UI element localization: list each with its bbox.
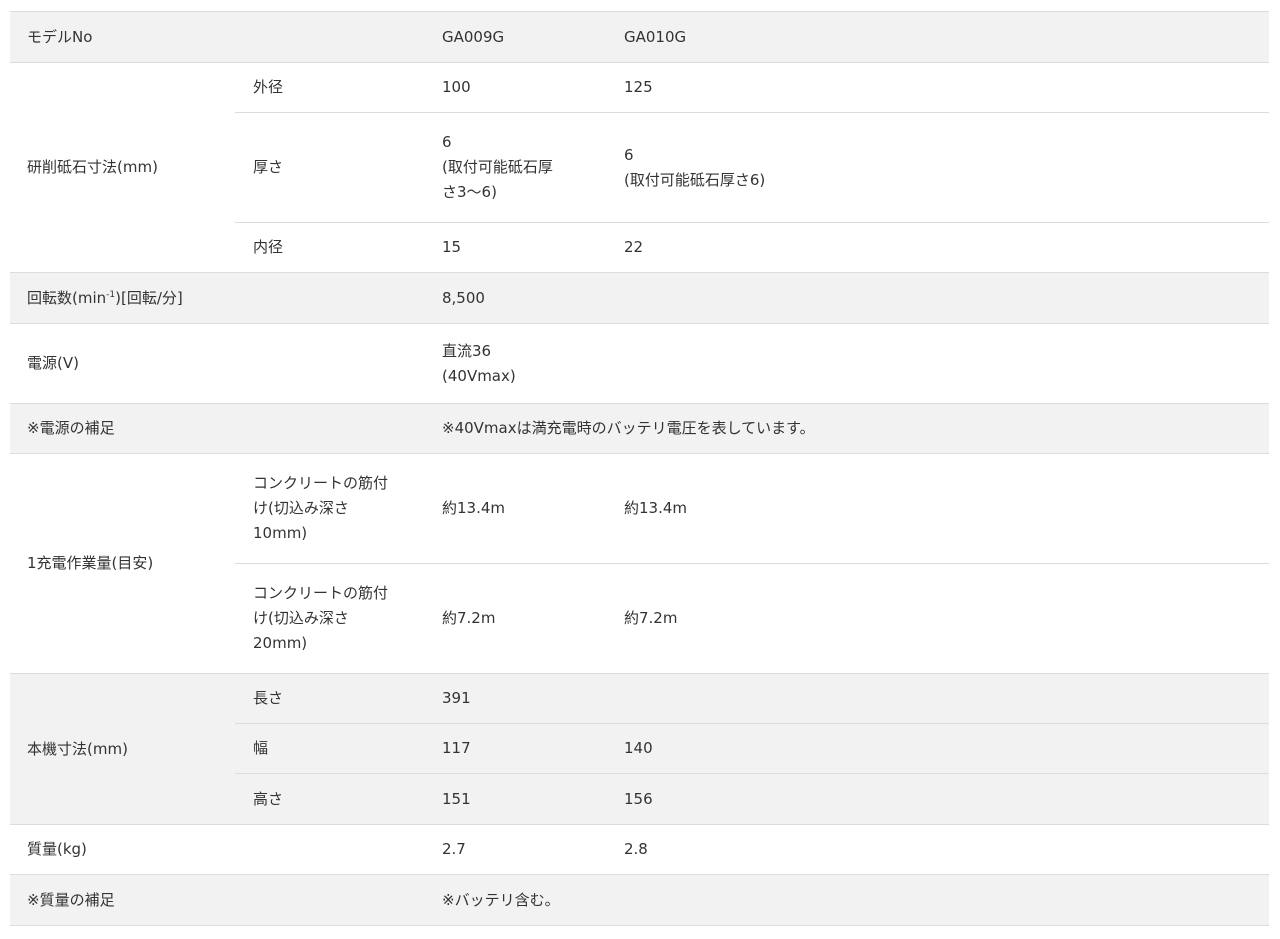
workload-10mm-label-line3: 10mm)	[253, 524, 308, 542]
body-height-v2: 156	[607, 773, 1269, 825]
wheel-thickness-v2-line1: 6	[624, 145, 634, 164]
body-width-v1: 117	[425, 723, 607, 774]
body-label: 本機寸法(mm)	[10, 673, 235, 825]
power-value-line1: 直流36	[442, 341, 492, 360]
body-height-v1: 151	[425, 773, 607, 825]
wheel-outer-v2: 125	[607, 62, 1269, 113]
speed-label-post: )[回転/分]	[115, 288, 183, 307]
mass-label: 質量(kg)	[10, 824, 425, 875]
row-workload-10mm: 1充電作業量(目安) コンクリートの筋付 け(切込み深さ 10mm) 約13.4…	[10, 453, 1269, 674]
model-label: モデルNo	[10, 11, 425, 63]
power-note-label: ※電源の補足	[10, 403, 425, 454]
speed-value: 8,500	[425, 272, 1269, 324]
body-length-value: 391	[425, 673, 1269, 724]
power-value-line2: (40Vmax)	[442, 366, 516, 385]
speed-label: 回転数(min-1)[回転/分]	[10, 272, 425, 324]
workload-10mm-v2: 約13.4m	[607, 453, 1269, 564]
workload-10mm-v1: 約13.4m	[425, 453, 607, 564]
row-power: 電源(V) 直流36 (40Vmax)	[10, 323, 1269, 404]
row-wheel-outer: 研削砥石寸法(mm) 外径 100 125	[10, 62, 1269, 273]
wheel-outer-v1: 100	[425, 62, 607, 113]
workload-label: 1充電作業量(目安)	[10, 453, 235, 674]
workload-20mm-label: コンクリートの筋付 け(切込み深さ 20mm)	[235, 563, 425, 674]
wheel-thickness-label: 厚さ	[235, 112, 425, 223]
row-power-note: ※電源の補足 ※40Vmaxは満充電時のバッテリ電圧を表しています。	[10, 403, 1269, 454]
workload-20mm-v1: 約7.2m	[425, 563, 607, 674]
power-label: 電源(V)	[10, 323, 425, 404]
wheel-thickness-v1-line1: 6	[442, 133, 452, 151]
model-ga010g: GA010G	[607, 11, 1269, 63]
wheel-thickness-v1: 6 (取付可能砥石厚 さ3〜6)	[425, 112, 607, 223]
workload-10mm-label-line2: け(切込み深さ	[253, 499, 349, 517]
model-ga009g: GA009G	[425, 11, 607, 63]
row-body-length: 本機寸法(mm) 長さ 391	[10, 673, 1269, 825]
row-model: モデルNo GA009G GA010G	[10, 11, 1269, 63]
mass-v1: 2.7	[425, 824, 607, 875]
wheel-thickness-v2-line2: (取付可能砥石厚さ6)	[624, 170, 766, 189]
row-mass: 質量(kg) 2.7 2.8	[10, 824, 1269, 875]
row-speed: 回転数(min-1)[回転/分] 8,500	[10, 272, 1269, 324]
mass-note-value: ※バッテリ含む。	[425, 874, 1269, 926]
workload-10mm-label-line1: コンクリートの筋付	[253, 474, 389, 492]
wheel-inner-v2: 22	[607, 222, 1269, 273]
wheel-thickness-v2: 6 (取付可能砥石厚さ6)	[607, 112, 1269, 223]
mass-note-label: ※質量の補足	[10, 874, 425, 926]
body-width-label: 幅	[235, 723, 425, 774]
workload-20mm-label-line1: コンクリートの筋付	[253, 584, 389, 602]
workload-20mm-label-line2: け(切込み深さ	[253, 609, 349, 627]
wheel-inner-label: 内径	[235, 222, 425, 273]
workload-20mm-label-line3: 20mm)	[253, 634, 308, 652]
body-length-label: 長さ	[235, 673, 425, 724]
body-height-label: 高さ	[235, 773, 425, 825]
workload-20mm-v2: 約7.2m	[607, 563, 1269, 674]
row-mass-note: ※質量の補足 ※バッテリ含む。	[10, 874, 1269, 926]
mass-v2: 2.8	[607, 824, 1269, 875]
workload-10mm-label: コンクリートの筋付 け(切込み深さ 10mm)	[235, 453, 425, 564]
spec-table: モデルNo GA009G GA010G 研削砥石寸法(mm) 外径 100 12…	[10, 11, 1269, 926]
power-value: 直流36 (40Vmax)	[425, 323, 1269, 404]
wheel-inner-v1: 15	[425, 222, 607, 273]
wheel-thickness-v1-line3: さ3〜6)	[442, 183, 497, 201]
speed-label-sup: -1	[106, 289, 116, 300]
speed-label-pre: 回転数(min	[27, 288, 107, 307]
wheel-label: 研削砥石寸法(mm)	[10, 62, 235, 273]
wheel-thickness-v1-line2: (取付可能砥石厚	[442, 158, 553, 176]
body-width-v2: 140	[607, 723, 1269, 774]
power-note-value: ※40Vmaxは満充電時のバッテリ電圧を表しています。	[425, 403, 1269, 454]
wheel-outer-label: 外径	[235, 62, 425, 113]
